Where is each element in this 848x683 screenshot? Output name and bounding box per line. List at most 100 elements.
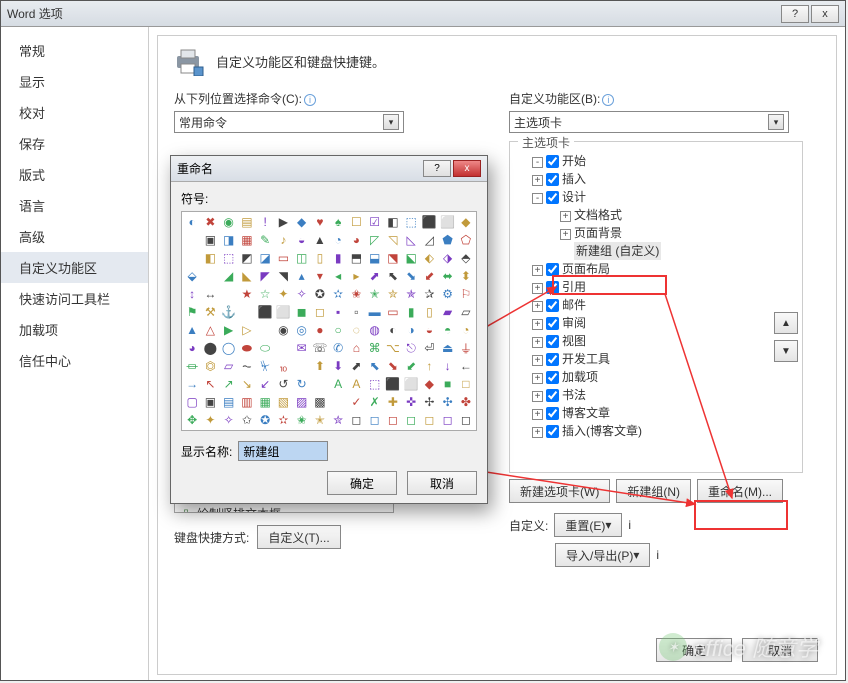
symbol-cell[interactable]: ◔ [329, 231, 347, 249]
symbol-cell[interactable]: ⌘ [366, 339, 384, 357]
symbol-cell[interactable]: ◕ [347, 231, 365, 249]
expand-icon[interactable]: + [560, 211, 571, 222]
sidebar-item[interactable]: 常规 [1, 35, 148, 66]
symbol-cell[interactable]: ⬓ [366, 249, 384, 267]
symbol-cell[interactable]: ◻ [457, 411, 475, 429]
symbol-cell[interactable] [256, 321, 274, 339]
symbol-cell[interactable]: ● [311, 321, 329, 339]
symbol-cell[interactable]: ✆ [329, 339, 347, 357]
symbol-cell[interactable]: ◔ [457, 321, 475, 339]
symbol-cell[interactable]: ☆ [256, 285, 274, 303]
symbol-cell[interactable]: ⬋ [420, 267, 438, 285]
symbol-cell[interactable]: ⬟ [439, 231, 457, 249]
tree-checkbox[interactable] [546, 317, 559, 330]
choose-commands-combo[interactable]: 常用命令 ▾ [174, 111, 404, 133]
symbol-cell[interactable]: ▫ [347, 303, 365, 321]
symbol-cell[interactable]: ◪ [256, 249, 274, 267]
symbol-cell[interactable]: ◧ [384, 213, 402, 231]
symbol-cell[interactable]: ✫ [329, 285, 347, 303]
symbol-cell[interactable]: ◐ [183, 213, 201, 231]
close-button[interactable]: x [811, 5, 839, 23]
symbol-cell[interactable]: ✧ [293, 285, 311, 303]
symbol-cell[interactable]: ⬘ [457, 249, 475, 267]
expand-icon[interactable]: + [532, 265, 543, 276]
symbol-cell[interactable]: ⬉ [366, 357, 384, 375]
symbol-cell[interactable]: ⬜ [439, 213, 457, 231]
symbol-cell[interactable]: ◧ [201, 249, 219, 267]
symbol-cell[interactable]: ▱ [457, 303, 475, 321]
dialog-cancel-button[interactable]: 取消 [407, 471, 477, 495]
symbol-cell[interactable]: ▥ [238, 393, 256, 411]
sidebar-item[interactable]: 信任中心 [1, 345, 148, 376]
symbol-cell[interactable]: ⬋ [402, 357, 420, 375]
symbol-cell[interactable]: ◢ [220, 267, 238, 285]
symbol-cell[interactable]: ✎ [256, 231, 274, 249]
symbol-cell[interactable]: ⏦ [238, 357, 256, 375]
symbol-cell[interactable]: ◻ [311, 303, 329, 321]
expand-icon[interactable]: + [532, 391, 543, 402]
expand-icon[interactable]: - [532, 157, 543, 168]
symbol-cell[interactable]: ▣ [201, 393, 219, 411]
sidebar-item[interactable]: 保存 [1, 128, 148, 159]
expand-icon[interactable]: - [532, 193, 543, 204]
tree-checkbox[interactable] [546, 299, 559, 312]
symbol-cell[interactable]: ✧ [220, 411, 238, 429]
symbol-cell[interactable]: ◂ [329, 267, 347, 285]
symbol-cell[interactable]: ▨ [293, 393, 311, 411]
symbol-cell[interactable]: ◉ [220, 213, 238, 231]
sidebar-item[interactable]: 显示 [1, 66, 148, 97]
symbol-cell[interactable]: ◻ [384, 411, 402, 429]
symbol-cell[interactable]: ✚ [384, 393, 402, 411]
symbol-cell[interactable]: ⬤ [201, 339, 219, 357]
symbol-cell[interactable]: ⬊ [402, 267, 420, 285]
symbol-cell[interactable]: ▲ [311, 231, 329, 249]
dialog-help-button[interactable]: ? [423, 160, 451, 177]
symbol-cell[interactable]: ⬚ [402, 213, 420, 231]
symbol-cell[interactable]: → [183, 375, 201, 393]
symbol-cell[interactable]: ▣ [201, 231, 219, 249]
symbol-cell[interactable]: ✬ [293, 411, 311, 429]
symbol-cell[interactable]: ◕ [183, 339, 201, 357]
symbol-cell[interactable]: ↓ [439, 357, 457, 375]
symbol-cell[interactable]: ⬭ [256, 339, 274, 357]
symbol-cell[interactable]: ◆ [457, 213, 475, 231]
expand-icon[interactable]: + [532, 427, 543, 438]
display-name-input[interactable] [238, 441, 328, 461]
symbol-cell[interactable]: ◿ [420, 231, 438, 249]
symbol-cell[interactable]: ▧ [274, 393, 292, 411]
symbol-cell[interactable]: ▤ [220, 393, 238, 411]
customize-ribbon-combo[interactable]: 主选项卡 ▾ [509, 111, 789, 133]
symbol-cell[interactable]: ↺ [274, 375, 292, 393]
tree-checkbox[interactable] [546, 407, 559, 420]
symbol-cell[interactable]: ♪ [274, 231, 292, 249]
tree-node[interactable]: 新建组 (自定义) [518, 242, 794, 260]
symbol-cell[interactable] [183, 231, 201, 249]
symbol-cell[interactable]: ↑ [420, 357, 438, 375]
tree-node[interactable]: -设计 [518, 188, 794, 206]
symbol-cell[interactable]: ♥ [311, 213, 329, 231]
symbol-cell[interactable]: ↗ [220, 375, 238, 393]
symbol-cell[interactable]: ◑ [402, 321, 420, 339]
expand-icon[interactable]: + [532, 301, 543, 312]
sidebar-item[interactable]: 自定义功能区 [1, 252, 148, 283]
dialog-close-button[interactable]: x [453, 160, 481, 177]
symbol-cell[interactable]: ✪ [256, 411, 274, 429]
new-tab-button[interactable]: 新建选项卡(W) [509, 479, 610, 503]
tree-node[interactable]: +页面背景 [518, 224, 794, 242]
symbol-cell[interactable]: ⏧ [256, 357, 274, 375]
list-item[interactable]: ▯绘制竖排文本框 [179, 506, 389, 513]
tree-node[interactable]: -开始 [518, 152, 794, 170]
help-button[interactable]: ? [781, 5, 809, 23]
symbol-cell[interactable]: ✭ [366, 285, 384, 303]
symbol-cell[interactable]: ⬚ [220, 249, 238, 267]
symbol-cell[interactable]: ↕ [183, 285, 201, 303]
symbol-cell[interactable] [201, 267, 219, 285]
symbol-cell[interactable]: ▭ [274, 249, 292, 267]
sidebar-item[interactable]: 高级 [1, 221, 148, 252]
symbol-cell[interactable]: ▴ [293, 267, 311, 285]
tree-node[interactable]: +加载项 [518, 368, 794, 386]
symbol-cell[interactable]: ◻ [420, 411, 438, 429]
symbol-cell[interactable]: ⚙ [439, 285, 457, 303]
symbol-cell[interactable]: ⏎ [420, 339, 438, 357]
symbol-cell[interactable]: A [329, 375, 347, 393]
